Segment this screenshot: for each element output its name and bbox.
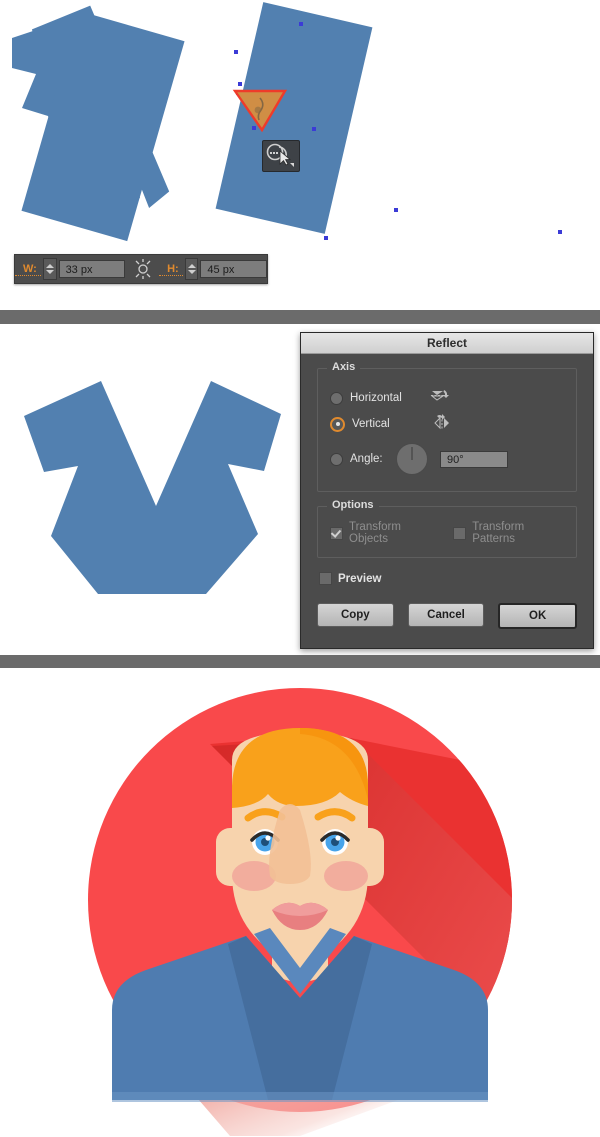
axis-group: Axis Horizontal Vertical Angle: 90° [317,361,577,492]
radio-row-horizontal[interactable]: Horizontal [330,385,564,411]
reflect-vertical-glyph [434,413,449,429]
reflect-dialog-panel: Reflect Axis Horizontal Vertical Angle: … [0,324,600,655]
options-group: Options Transform Objects Transform Patt… [317,499,577,558]
stepper-up-icon[interactable] [45,264,54,268]
reflected-v-shape[interactable] [6,366,296,655]
preview-row[interactable]: Preview [319,572,577,585]
dialog-button-row: Copy Cancel OK [317,603,578,629]
stepper-down-icon[interactable] [45,270,54,274]
radio-angle[interactable] [330,452,343,466]
reflect-vertical-icon [432,413,452,435]
angle-row[interactable]: Angle: 90° [330,439,564,479]
stepper-down-icon[interactable] [187,270,196,274]
height-stepper[interactable] [184,258,199,280]
panel-divider-2 [0,655,600,669]
radio-vertical[interactable] [330,416,345,432]
angle-label: Angle: [350,453,383,465]
reflect-dialog: Reflect Axis Horizontal Vertical Angle: … [300,332,594,649]
cancel-button[interactable]: Cancel [407,603,485,627]
anchor-point[interactable] [234,50,238,54]
options-checkbox-row: Transform Objects Transform Patterns [330,521,564,545]
radio-horizontal-label: Horizontal [350,392,402,404]
tutorial-screenshot: W: 33 px H: 45 px Reflect Axis Horizonta… [0,0,600,1137]
transform-toolbar[interactable]: W: 33 px H: 45 px [14,254,268,284]
checkbox-transform-objects[interactable] [330,526,343,540]
checkbox-preview[interactable] [319,572,332,585]
shirt-hem [112,1092,488,1102]
copy-button[interactable]: Copy [317,603,394,627]
angle-dial-icon[interactable] [396,443,428,475]
anchor-point[interactable] [558,230,562,234]
avatar-illustration-panel [0,668,600,1137]
flat-male-avatar-illustration [88,688,512,1136]
reflect-horizontal-icon [430,388,450,409]
height-label: H: [159,264,183,276]
constrain-proportions-icon[interactable] [132,258,154,280]
shape-builder-cursor-icon [262,140,300,172]
angle-input[interactable]: 90° [440,450,508,468]
anchor-point[interactable] [324,236,328,240]
height-input[interactable]: 45 px [200,260,267,278]
anchor-point[interactable] [312,127,316,131]
width-input[interactable]: 33 px [58,260,126,278]
dialog-body: Axis Horizontal Vertical Angle: 90° Opti… [301,354,593,629]
stepper-up-icon[interactable] [187,264,196,268]
artboard-panel-top: W: 33 px H: 45 px [0,0,600,310]
anchor-point[interactable] [394,208,398,212]
checkbox-transform-patterns-label: Transform Patterns [472,521,525,545]
width-stepper[interactable] [42,258,57,280]
reflect-horizontal-glyph [430,389,449,401]
radio-horizontal[interactable] [330,391,343,405]
ok-button[interactable]: OK [498,603,578,629]
axis-group-legend: Axis [327,361,361,373]
checkbox-preview-label: Preview [338,572,382,585]
selected-triangle[interactable] [232,86,288,136]
eye-right [320,829,350,855]
anchor-point[interactable] [299,22,303,26]
constrain-proportions-glyph [135,259,151,279]
radio-row-vertical[interactable]: Vertical [330,411,564,437]
dialog-title: Reflect [301,333,593,354]
width-label: W: [15,264,41,276]
panel-divider-1 [0,310,600,324]
options-group-legend: Options [327,499,379,511]
shape-builder-cursor-glyph [266,143,294,167]
cheek-right [324,861,368,891]
checkbox-transform-objects-label: Transform Objects [349,521,401,545]
radio-vertical-label: Vertical [352,418,390,430]
checkbox-transform-patterns[interactable] [453,526,467,540]
